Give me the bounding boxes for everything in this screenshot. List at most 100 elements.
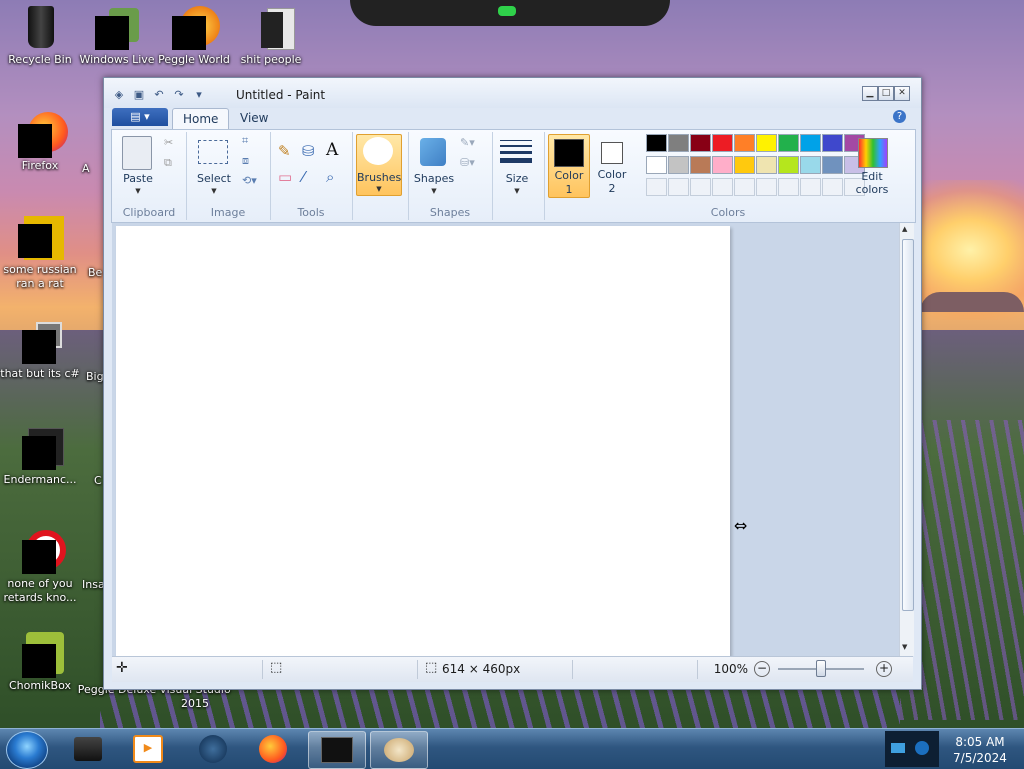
- save-icon[interactable]: ▣: [132, 87, 146, 101]
- taskbar-app-window[interactable]: [308, 731, 366, 769]
- rotate-icon[interactable]: ⟲▾: [242, 174, 257, 187]
- desktop-icon-russian-rat[interactable]: some russian ran a rat: [0, 216, 80, 291]
- taskbar-app-terminal[interactable]: [60, 731, 116, 767]
- scroll-down-icon[interactable]: ▼: [902, 643, 907, 651]
- fill-shape-icon[interactable]: ⛁▾: [460, 156, 475, 169]
- palette-swatch[interactable]: [756, 134, 777, 152]
- palette-swatch[interactable]: [646, 134, 667, 152]
- customize-qat-icon[interactable]: ▾: [192, 87, 206, 101]
- shapes-dropdown-icon[interactable]: ▼: [412, 187, 456, 195]
- desktop-icon-folder[interactable]: shit people: [231, 6, 311, 67]
- volume-icon[interactable]: [915, 741, 929, 755]
- edit-colors-icon[interactable]: [858, 138, 888, 168]
- taskbar-app-firefox[interactable]: [245, 731, 301, 767]
- palette-swatch[interactable]: [778, 134, 799, 152]
- palette-swatch[interactable]: [690, 134, 711, 152]
- palette-swatch[interactable]: [778, 156, 799, 174]
- palette-swatch[interactable]: [668, 156, 689, 174]
- resize-icon[interactable]: ⧈: [242, 154, 249, 168]
- shapes-button[interactable]: Shapes: [412, 172, 456, 185]
- tab-home[interactable]: Home: [172, 108, 230, 129]
- edit-colors-button[interactable]: Edit colors: [850, 170, 894, 196]
- paint-window[interactable]: ◈ ▣ ↶ ↷ ▾ Untitled - Paint ▁ □ ✕ ▤ ▾ Hom…: [103, 77, 922, 690]
- network-icon[interactable]: [891, 743, 905, 753]
- custom-color-slot[interactable]: [646, 178, 667, 196]
- copy-icon[interactable]: ⧉: [164, 156, 172, 170]
- crop-icon[interactable]: ⌗: [242, 134, 248, 148]
- custom-color-slot[interactable]: [800, 178, 821, 196]
- paste-dropdown-icon[interactable]: ▼: [116, 187, 160, 195]
- desktop-icon-opera[interactable]: none of you retards kno...: [0, 530, 80, 605]
- palette-swatch[interactable]: [734, 156, 755, 174]
- scroll-up-icon[interactable]: ▲: [902, 225, 907, 233]
- select-dropdown-icon[interactable]: ▼: [192, 187, 236, 195]
- custom-color-slot[interactable]: [756, 178, 777, 196]
- custom-color-slot[interactable]: [734, 178, 755, 196]
- custom-color-slot[interactable]: [690, 178, 711, 196]
- zoom-slider-thumb[interactable]: [816, 660, 826, 677]
- zoom-in-button[interactable]: +: [876, 661, 892, 677]
- color2-button[interactable]: Color 2: [592, 134, 632, 196]
- desktop-icon-enderman[interactable]: Endermanc...: [0, 426, 80, 487]
- shapes-icon[interactable]: [420, 138, 446, 166]
- size-icon[interactable]: [500, 140, 532, 163]
- drawing-canvas[interactable]: [116, 226, 730, 656]
- taskbar-app-media-player[interactable]: ▶: [120, 731, 176, 767]
- palette-swatch[interactable]: [690, 156, 711, 174]
- title-bar[interactable]: ◈ ▣ ↶ ↷ ▾ Untitled - Paint ▁ □ ✕: [104, 78, 921, 108]
- size-dropdown-icon[interactable]: ▼: [492, 187, 542, 195]
- cut-icon[interactable]: ✂: [164, 136, 173, 149]
- select-button[interactable]: Select: [192, 172, 236, 185]
- paint-menu-button[interactable]: ▤ ▾: [112, 108, 168, 126]
- zoom-out-button[interactable]: −: [754, 661, 770, 677]
- outline-icon[interactable]: ✎▾: [460, 136, 475, 149]
- clock[interactable]: 8:05 AM 7/5/2024: [940, 734, 1020, 766]
- custom-color-slot[interactable]: [778, 178, 799, 196]
- scroll-thumb[interactable]: [902, 239, 914, 611]
- desktop-icon-peggle-world[interactable]: Peggle World: [154, 6, 234, 67]
- palette-swatch[interactable]: [800, 134, 821, 152]
- palette-swatch[interactable]: [800, 156, 821, 174]
- paste-icon[interactable]: [122, 136, 152, 170]
- palette-swatch[interactable]: [646, 156, 667, 174]
- color-picker-icon[interactable]: ⁄: [302, 168, 305, 186]
- desktop-icon-chomikbox[interactable]: ChomikBox: [0, 632, 80, 693]
- eraser-icon[interactable]: ▭: [278, 168, 292, 186]
- start-button[interactable]: [6, 731, 48, 769]
- custom-color-slot[interactable]: [668, 178, 689, 196]
- fill-icon[interactable]: ⛁: [302, 142, 315, 160]
- text-icon[interactable]: A: [326, 140, 338, 160]
- pencil-icon[interactable]: ✎: [278, 142, 291, 160]
- taskbar-app-paint[interactable]: [370, 731, 428, 769]
- minimize-button[interactable]: ▁: [862, 86, 878, 101]
- help-icon[interactable]: ?: [893, 110, 906, 123]
- size-button[interactable]: Size: [492, 172, 542, 185]
- vertical-scrollbar[interactable]: ▲ ▼: [899, 223, 914, 656]
- color1-button[interactable]: Color 1: [548, 134, 590, 198]
- maximize-button[interactable]: □: [878, 86, 894, 101]
- tab-view[interactable]: View: [230, 108, 278, 128]
- paste-button[interactable]: Paste: [116, 172, 160, 185]
- palette-swatch[interactable]: [756, 156, 777, 174]
- canvas-area[interactable]: ⇔: [112, 223, 899, 656]
- desktop-icon-recycle-bin[interactable]: Recycle Bin: [0, 6, 80, 67]
- custom-color-slot[interactable]: [822, 178, 843, 196]
- select-icon[interactable]: [198, 140, 228, 164]
- palette-swatch[interactable]: [712, 134, 733, 152]
- custom-color-slot[interactable]: [712, 178, 733, 196]
- redo-icon[interactable]: ↷: [172, 87, 186, 101]
- paint-app-icon[interactable]: ◈: [112, 87, 126, 101]
- magnifier-icon[interactable]: ⌕: [326, 168, 334, 186]
- palette-swatch[interactable]: [822, 156, 843, 174]
- brushes-button[interactable]: Brushes ▼: [356, 134, 402, 196]
- taskbar-app-steam[interactable]: [185, 731, 241, 767]
- palette-swatch[interactable]: [734, 134, 755, 152]
- desktop-icon-windows-live[interactable]: Windows Live: [77, 6, 157, 67]
- desktop-icon-firefox[interactable]: Firefox: [0, 112, 80, 173]
- close-button[interactable]: ✕: [894, 86, 910, 101]
- palette-swatch[interactable]: [668, 134, 689, 152]
- undo-icon[interactable]: ↶: [152, 87, 166, 101]
- palette-swatch[interactable]: [712, 156, 733, 174]
- palette-swatch[interactable]: [822, 134, 843, 152]
- desktop-icon-csharp[interactable]: that but its c#: [0, 320, 80, 381]
